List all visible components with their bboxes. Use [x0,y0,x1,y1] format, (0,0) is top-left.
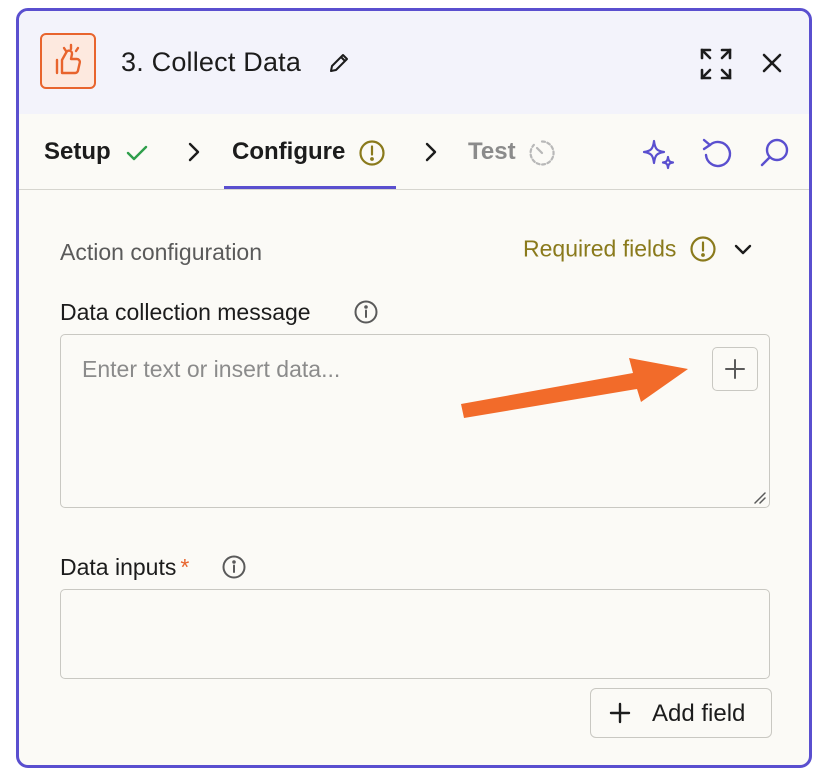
thumbs-up-spark-icon [40,33,96,89]
timer-icon [529,140,555,166]
required-fields-toggle[interactable]: Required fields [523,235,753,263]
message-field-label: Data collection message [60,299,311,325]
section-title: Action configuration [60,239,263,265]
required-asterisk: * [180,554,190,580]
info-icon[interactable] [353,299,379,325]
close-icon[interactable] [761,52,783,79]
inputs-label-text: Data inputs [60,554,177,580]
checkmark-icon [126,145,148,161]
sparkles-icon[interactable] [641,136,677,175]
tab-setup[interactable]: Setup [44,114,174,189]
required-fields-label: Required fields [523,235,677,262]
page-title: 3. Collect Data [121,47,302,77]
add-field-button[interactable]: Add field [590,688,772,738]
data-inputs-field[interactable] [60,589,770,679]
pencil-icon[interactable] [327,51,351,80]
add-field-label: Add field [652,700,746,727]
tab-label: Test [468,138,516,165]
undo-icon[interactable] [701,136,733,175]
step-panel: 3. Collect Data Setup Configure Test Act… [16,8,812,768]
message-placeholder: Enter text or insert data... [82,356,341,382]
active-tab-indicator [224,186,396,189]
tab-label: Setup [44,138,111,165]
plus-icon [609,702,631,724]
chevron-down-icon [735,244,752,255]
warning-circle-icon [359,140,385,166]
panel-header: 3. Collect Data [19,11,809,114]
insert-data-button[interactable] [712,347,758,391]
chevron-right-icon [188,142,200,162]
expand-icon[interactable] [699,47,733,86]
resize-handle-icon[interactable] [753,491,767,505]
info-icon[interactable] [221,554,247,580]
step-tabs: Setup Configure Test [19,114,809,190]
tab-label: Configure [232,138,346,165]
inputs-field-label: Data inputs * [60,554,189,581]
search-icon[interactable] [759,136,791,175]
tab-configure[interactable]: Configure [232,114,402,189]
chevron-right-icon [425,142,437,162]
tab-test[interactable]: Test [468,114,578,189]
plus-icon [725,359,745,379]
warning-circle-icon [690,236,716,262]
annotation-arrow-icon [461,358,688,418]
